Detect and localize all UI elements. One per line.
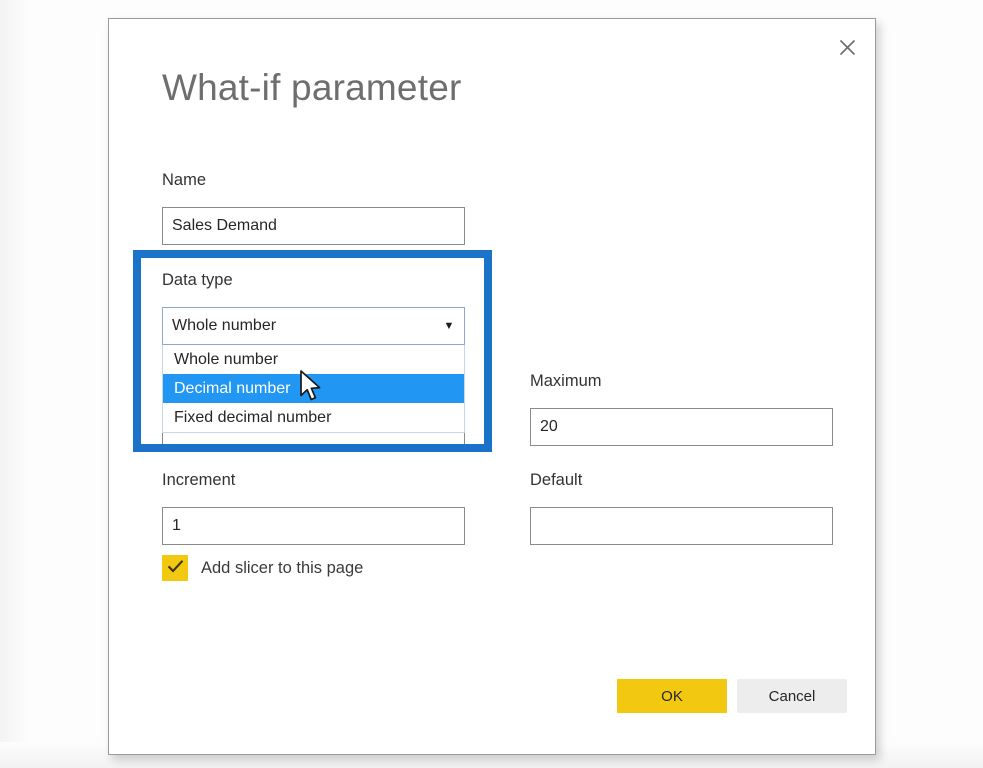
cancel-button[interactable]: Cancel: [737, 679, 847, 713]
what-if-parameter-dialog: What-if parameter Name Sales Demand Data…: [108, 18, 876, 755]
maximum-input[interactable]: 20: [530, 408, 833, 446]
add-slicer-label: Add slicer to this page: [201, 558, 364, 577]
data-type-selected-value: Whole number: [172, 317, 277, 334]
default-input[interactable]: [530, 507, 833, 545]
ok-button[interactable]: OK: [617, 679, 727, 713]
maximum-label: Maximum: [530, 372, 602, 390]
name-input[interactable]: Sales Demand: [162, 207, 465, 245]
data-type-listbox[interactable]: Whole number Decimal number Fixed decima…: [162, 345, 465, 433]
dialog-title: What-if parameter: [162, 67, 462, 108]
add-slicer-row[interactable]: Add slicer to this page: [162, 555, 363, 581]
increment-input[interactable]: 1: [162, 507, 465, 545]
checkmark-icon: [167, 559, 184, 578]
data-type-combobox[interactable]: Whole number ▼: [162, 307, 465, 345]
default-label: Default: [530, 471, 583, 489]
listbox-option-decimal-number[interactable]: Decimal number: [163, 374, 464, 403]
data-type-label: Data type: [162, 271, 233, 289]
close-button[interactable]: [825, 27, 869, 67]
listbox-option-fixed-decimal-number[interactable]: Fixed decimal number: [163, 403, 464, 432]
chevron-down-icon: ▼: [443, 319, 455, 332]
close-icon: [839, 39, 856, 56]
listbox-option-whole-number[interactable]: Whole number: [163, 345, 464, 374]
name-label: Name: [162, 171, 207, 189]
add-slicer-checkbox[interactable]: [162, 555, 188, 581]
increment-label: Increment: [162, 471, 236, 489]
